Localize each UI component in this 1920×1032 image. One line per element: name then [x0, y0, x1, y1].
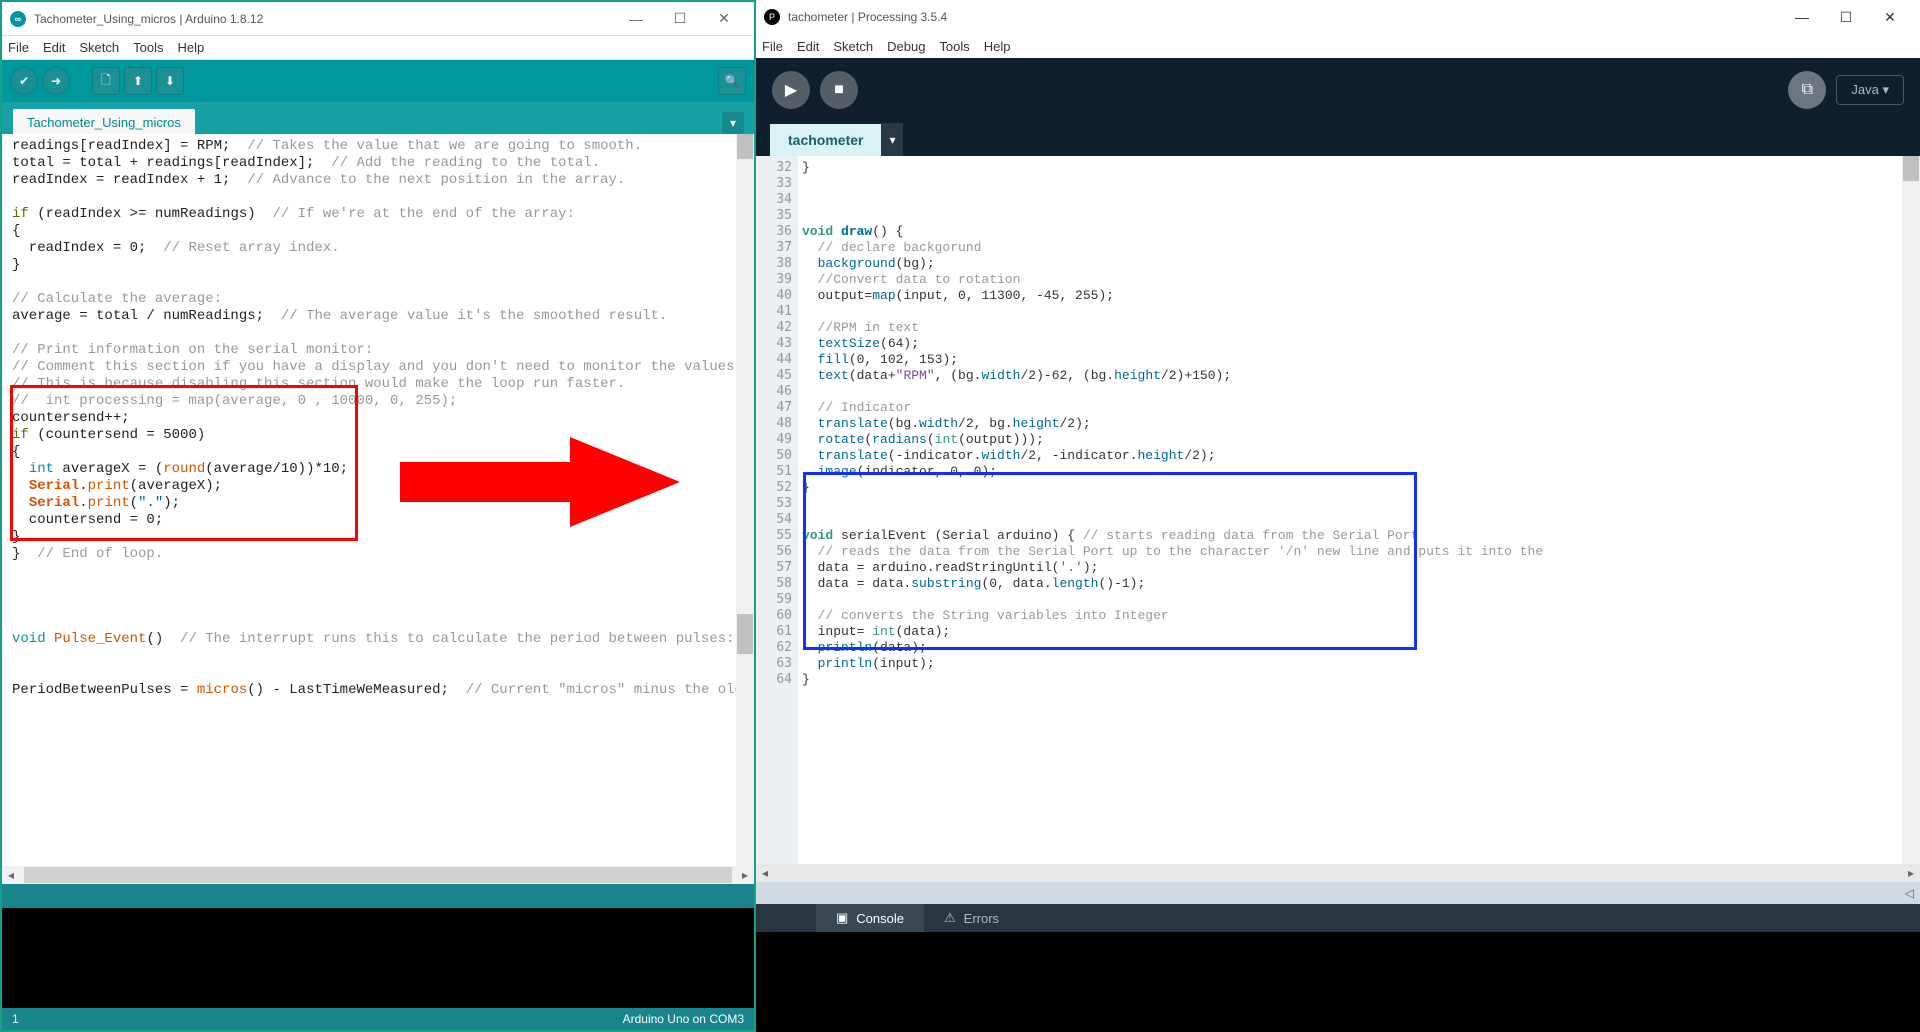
menu-sketch[interactable]: Sketch: [833, 39, 873, 54]
menu-tools[interactable]: Tools: [133, 40, 163, 55]
debug-button[interactable]: ⧉: [1788, 71, 1826, 109]
arduino-tabstrip: Tachometer_Using_micros ▾: [2, 102, 754, 134]
processing-toolbar: ▶ ■ ⧉ Java ▾: [756, 58, 1920, 122]
menu-file[interactable]: File: [762, 39, 783, 54]
line-number: 1: [12, 1012, 19, 1026]
processing-menubar: File Edit Sketch Debug Tools Help: [756, 34, 1920, 58]
stop-button[interactable]: ■: [820, 71, 858, 109]
menu-help[interactable]: Help: [177, 40, 204, 55]
new-button[interactable]: 🗋: [92, 67, 120, 95]
menu-edit[interactable]: Edit: [43, 40, 65, 55]
warning-icon: ⚠: [944, 910, 956, 926]
scroll-left-icon[interactable]: ◂: [756, 866, 774, 880]
arduino-tab[interactable]: Tachometer_Using_micros: [12, 108, 196, 134]
arduino-titlebar: ∞ Tachometer_Using_micros | Arduino 1.8.…: [2, 2, 754, 36]
tab-dropdown-icon[interactable]: ▾: [881, 123, 903, 156]
menu-help[interactable]: Help: [984, 39, 1011, 54]
menu-tools[interactable]: Tools: [939, 39, 969, 54]
scroll-right-icon[interactable]: ▸: [736, 866, 754, 884]
processing-tab[interactable]: tachometer: [770, 124, 881, 156]
status-icon: ◁: [1905, 886, 1914, 900]
processing-editor[interactable]: 32 33 34 35 36 37 38 39 40 41 42 43 44 4…: [756, 156, 1920, 864]
arduino-logo-icon: ∞: [10, 11, 26, 27]
minimize-button[interactable]: —: [1780, 3, 1824, 31]
close-button[interactable]: ✕: [702, 5, 746, 33]
maximize-button[interactable]: ☐: [658, 5, 702, 33]
console-icon: ▣: [836, 910, 848, 926]
arduino-footer: 1 Arduino Uno on COM3: [2, 1008, 754, 1030]
arduino-code[interactable]: readings[readIndex] = RPM; // Takes the …: [2, 134, 754, 703]
open-button[interactable]: ⬆: [124, 67, 152, 95]
scrollbar-thumb[interactable]: [737, 614, 753, 654]
arduino-toolbar: ✔ ➜ 🗋 ⬆ ⬇ 🔍: [2, 60, 754, 102]
arduino-menubar: File Edit Sketch Tools Help: [2, 36, 754, 60]
errors-tab-label: Errors: [964, 911, 999, 926]
scrollbar-thumb[interactable]: [1903, 156, 1919, 181]
arduino-console[interactable]: [2, 908, 754, 1008]
run-button[interactable]: ▶: [772, 71, 810, 109]
processing-scrollbar-h[interactable]: ◂ ▸: [756, 864, 1920, 882]
tab-dropdown-icon[interactable]: ▾: [722, 112, 744, 134]
arduino-scrollbar-v[interactable]: [736, 134, 754, 866]
arduino-statusbar: [2, 884, 754, 908]
mode-selector[interactable]: Java ▾: [1836, 75, 1904, 105]
upload-button[interactable]: ➜: [42, 67, 70, 95]
verify-button[interactable]: ✔: [10, 67, 38, 95]
arduino-title: Tachometer_Using_micros | Arduino 1.8.12: [34, 12, 614, 26]
scrollbar-thumb[interactable]: [737, 134, 753, 159]
console-tab-label: Console: [856, 911, 904, 926]
red-arrow-icon: [400, 432, 680, 532]
menu-debug[interactable]: Debug: [887, 39, 925, 54]
processing-tabstrip: tachometer ▾: [756, 122, 1920, 156]
processing-window: P tachometer | Processing 3.5.4 — ☐ ✕ Fi…: [756, 0, 1920, 1032]
board-port-label: Arduino Uno on COM3: [623, 1012, 744, 1026]
menu-edit[interactable]: Edit: [797, 39, 819, 54]
scrollbar-thumb-h[interactable]: [24, 867, 732, 883]
close-button[interactable]: ✕: [1868, 3, 1912, 31]
arduino-scrollbar-h[interactable]: ◂ ▸: [2, 866, 754, 884]
processing-logo-icon: P: [764, 9, 780, 25]
processing-scrollbar-v[interactable]: [1902, 156, 1920, 864]
processing-statusbar: ◁: [756, 882, 1920, 904]
menu-file[interactable]: File: [8, 40, 29, 55]
processing-bottom-tabbar: ▣ Console ⚠ Errors: [756, 904, 1920, 932]
console-tab[interactable]: ▣ Console: [816, 904, 924, 932]
processing-titlebar: P tachometer | Processing 3.5.4 — ☐ ✕: [756, 0, 1920, 34]
save-button[interactable]: ⬇: [156, 67, 184, 95]
menu-sketch[interactable]: Sketch: [79, 40, 119, 55]
processing-console[interactable]: [756, 932, 1920, 1032]
line-gutter: 32 33 34 35 36 37 38 39 40 41 42 43 44 4…: [756, 156, 798, 864]
processing-title: tachometer | Processing 3.5.4: [788, 10, 1780, 24]
minimize-button[interactable]: —: [614, 5, 658, 33]
scroll-left-icon[interactable]: ◂: [2, 866, 20, 884]
maximize-button[interactable]: ☐: [1824, 3, 1868, 31]
serial-monitor-button[interactable]: 🔍: [718, 67, 746, 95]
scroll-right-icon[interactable]: ▸: [1902, 866, 1920, 880]
errors-tab[interactable]: ⚠ Errors: [924, 904, 1019, 932]
processing-code[interactable]: } void draw() { // declare backgorund ba…: [798, 156, 1920, 864]
